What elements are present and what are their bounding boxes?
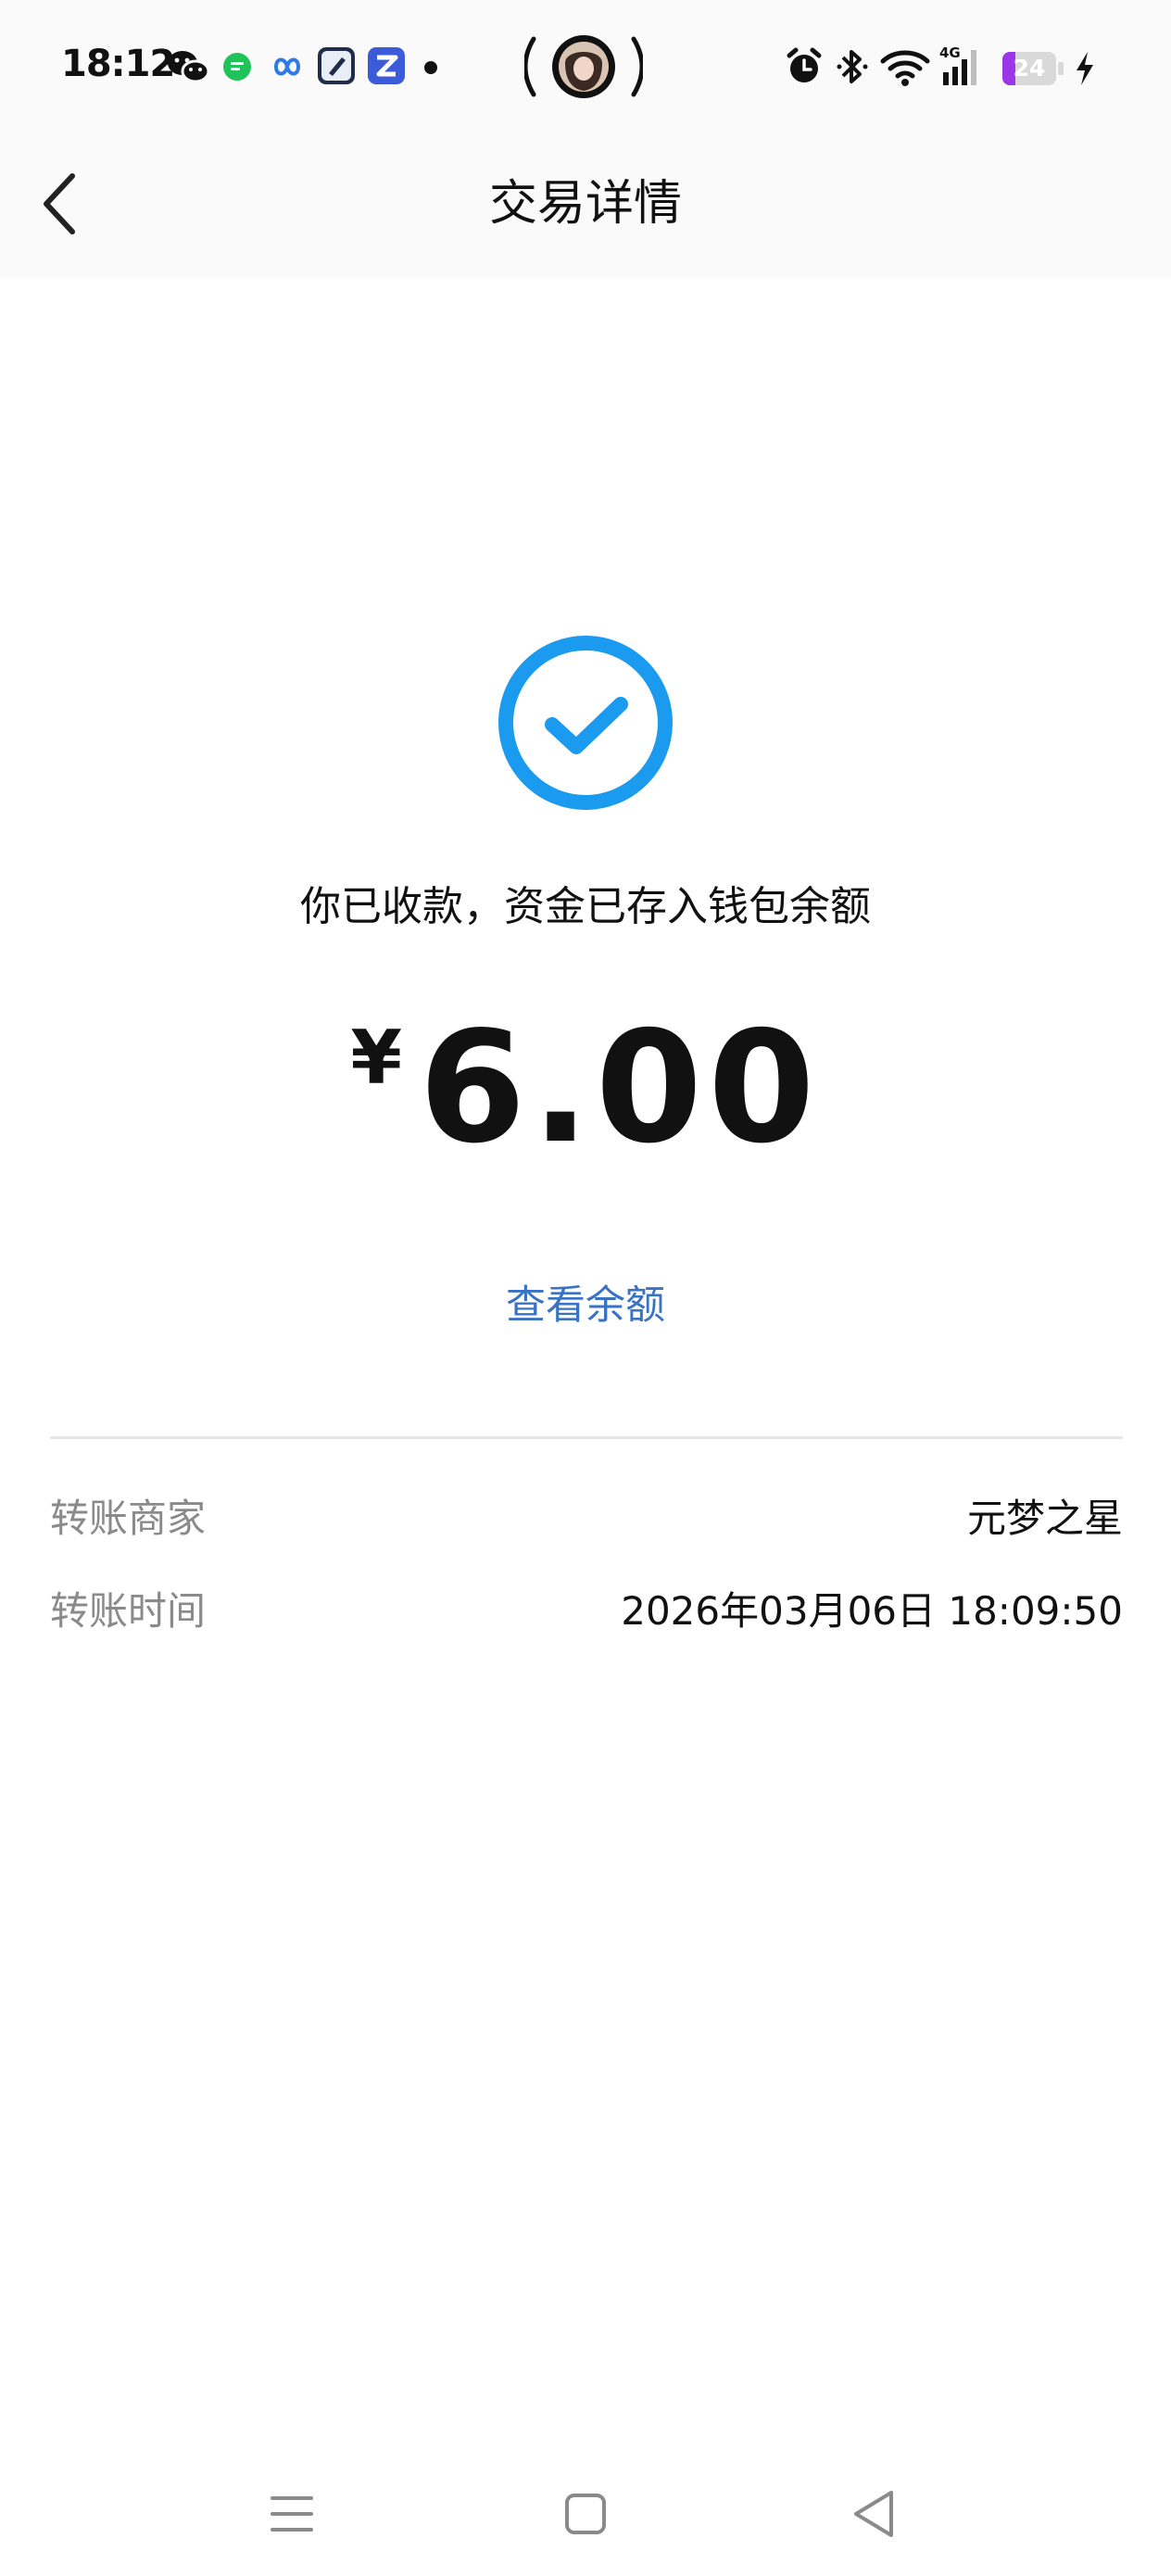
wifi-icon: [880, 50, 930, 86]
detail-label: 转账商家: [50, 1496, 207, 1541]
detail-row-merchant: 转账商家 元梦之星: [50, 1486, 1123, 1551]
svg-text:4G: 4G: [939, 44, 961, 61]
back-nav-icon[interactable]: [834, 2472, 917, 2556]
camera-island: [524, 35, 643, 98]
check-circle-icon: [498, 636, 673, 810]
notification-dot: [424, 61, 437, 74]
page-header: 交易详情: [0, 130, 1171, 278]
status-time: 18:12: [61, 43, 175, 85]
battery-cap: [1058, 62, 1064, 75]
home-icon[interactable]: [544, 2472, 627, 2556]
cloud-app-icon: [273, 57, 301, 76]
detail-value: 元梦之星: [966, 1496, 1123, 1541]
detail-value: 2026年03月06日 18:09:50: [621, 1588, 1123, 1634]
edit-app-icon: [318, 47, 355, 84]
battery-level-text: 24: [1013, 55, 1046, 82]
detail-label: 转账时间: [50, 1588, 207, 1634]
amount-value: 6.00: [419, 999, 821, 1178]
view-balance-link[interactable]: 查看余额: [0, 1273, 1171, 1338]
status-bar: 18:12 4G 24: [0, 0, 1171, 130]
menu-icon[interactable]: [250, 2472, 334, 2556]
detail-row-time: 转账时间 2026年03月06日 18:09:50: [50, 1579, 1123, 1644]
zhihu-app-icon: [368, 47, 405, 84]
signal-icon: 4G: [939, 44, 976, 85]
navigation-bar: [0, 2446, 1171, 2576]
battery-body: 24: [1002, 52, 1056, 85]
currency-symbol: ¥: [350, 1015, 403, 1101]
receipt-message: 你已收款，资金已存入钱包余额: [300, 883, 871, 930]
page-title: 交易详情: [488, 176, 682, 232]
alarm-icon: [787, 47, 822, 82]
divider: [50, 1436, 1123, 1439]
wechat-icon: [168, 51, 209, 83]
amount-display: ¥6.00: [0, 1001, 1171, 1177]
battery-icon: 24: [1002, 52, 1064, 85]
charging-icon: [1077, 52, 1093, 85]
bluetooth-icon: [837, 50, 868, 83]
message-app-icon: [223, 53, 251, 81]
